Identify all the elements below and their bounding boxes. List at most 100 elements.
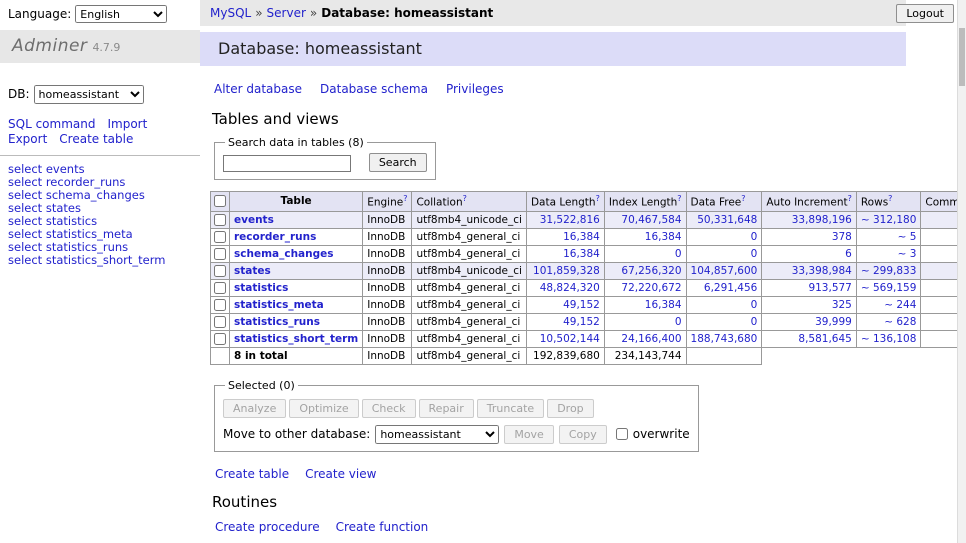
rows-link[interactable]: ~ 5 [898, 231, 917, 243]
select-all-checkbox[interactable] [214, 195, 226, 207]
auto-increment-link[interactable]: 325 [832, 299, 852, 311]
db-select[interactable]: homeassistant [34, 85, 144, 104]
help-link[interactable]: ? [677, 194, 681, 203]
sidebar-select-schema-changes[interactable]: select schema_changes [8, 188, 145, 202]
sidebar-select-events[interactable]: select events [8, 162, 85, 176]
data-free-link[interactable]: 188,743,680 [691, 333, 758, 345]
vertical-scrollbar[interactable] [957, 0, 966, 543]
rows-link[interactable]: ~ 3 [898, 248, 917, 260]
move-db-select[interactable]: homeassistant [375, 425, 499, 444]
create-procedure-link[interactable]: Create procedure [215, 520, 320, 534]
help-link[interactable]: ? [463, 194, 467, 203]
row-checkbox[interactable] [214, 231, 226, 243]
search-button[interactable]: Search [369, 153, 427, 172]
table-link-states[interactable]: states [234, 265, 271, 277]
data-length-link[interactable]: 16,384 [563, 231, 600, 243]
data-length-link[interactable]: 31,522,816 [540, 214, 600, 226]
row-checkbox[interactable] [214, 282, 226, 294]
rows-link[interactable]: ~ 628 [884, 316, 916, 328]
analyze-button[interactable]: Analyze [223, 399, 286, 418]
rows-link[interactable]: ~ 244 [884, 299, 916, 311]
data-free-link[interactable]: 6,291,456 [704, 282, 757, 294]
data-length-link[interactable]: 48,824,320 [540, 282, 600, 294]
index-length-link[interactable]: 0 [675, 316, 682, 328]
table-link-statistics-runs[interactable]: statistics_runs [234, 316, 320, 328]
auto-increment-link[interactable]: 39,999 [815, 316, 852, 328]
check-button[interactable]: Check [362, 399, 416, 418]
data-free-link[interactable]: 0 [751, 248, 758, 260]
table-link-recorder-runs[interactable]: recorder_runs [234, 231, 316, 243]
copy-button[interactable]: Copy [559, 425, 607, 444]
breadcrumb-link-server[interactable]: Server [267, 6, 306, 20]
index-length-link[interactable]: 67,256,320 [621, 265, 681, 277]
scrollbar-thumb[interactable] [959, 28, 965, 86]
repair-button[interactable]: Repair [419, 399, 474, 418]
app-name[interactable]: Adminer [12, 36, 87, 56]
help-link[interactable]: ? [888, 194, 892, 203]
data-length-link[interactable]: 10,502,144 [540, 333, 600, 345]
sidebar-select-statistics-runs[interactable]: select statistics_runs [8, 240, 128, 254]
rows-link[interactable]: ~ 569,159 [861, 282, 917, 294]
drop-button[interactable]: Drop [547, 399, 593, 418]
truncate-button[interactable]: Truncate [477, 399, 544, 418]
table-link-statistics-meta[interactable]: statistics_meta [234, 299, 324, 311]
sidebar-select-statistics[interactable]: select statistics [8, 214, 97, 228]
auto-increment-link[interactable]: 378 [832, 231, 852, 243]
row-checkbox[interactable] [214, 333, 226, 345]
index-length-link[interactable]: 0 [675, 248, 682, 260]
sidebar-link-import[interactable]: Import [107, 117, 147, 131]
data-length-link[interactable]: 101,859,328 [533, 265, 600, 277]
table-link-schema-changes[interactable]: schema_changes [234, 248, 334, 260]
language-select[interactable]: English [75, 5, 167, 23]
auto-increment-link[interactable]: 913,577 [808, 282, 851, 294]
help-link[interactable]: ? [848, 194, 852, 203]
data-free-link[interactable]: 104,857,600 [691, 265, 758, 277]
help-link[interactable]: ? [741, 194, 745, 203]
data-length-link[interactable]: 16,384 [563, 248, 600, 260]
index-length-link[interactable]: 72,220,672 [621, 282, 681, 294]
nav-link-alter-database[interactable]: Alter database [214, 82, 302, 96]
index-length-link[interactable]: 16,384 [645, 299, 682, 311]
optimize-button[interactable]: Optimize [289, 399, 358, 418]
table-link-events[interactable]: events [234, 214, 274, 226]
logout-button[interactable]: Logout [896, 4, 954, 23]
table-link-statistics[interactable]: statistics [234, 282, 288, 294]
index-length-link[interactable]: 70,467,584 [621, 214, 681, 226]
index-length-link[interactable]: 24,166,400 [621, 333, 681, 345]
data-length-link[interactable]: 49,152 [563, 299, 600, 311]
help-link[interactable]: ? [403, 194, 407, 203]
sidebar-link-export[interactable]: Export [8, 132, 47, 146]
sidebar-select-states[interactable]: select states [8, 201, 81, 215]
rows-link[interactable]: ~ 312,180 [861, 214, 917, 226]
row-checkbox[interactable] [214, 299, 226, 311]
create-view-link[interactable]: Create view [305, 467, 376, 481]
create-function-link[interactable]: Create function [336, 520, 429, 534]
auto-increment-link[interactable]: 33,398,984 [792, 265, 852, 277]
help-link[interactable]: ? [596, 194, 600, 203]
move-button[interactable]: Move [504, 425, 554, 444]
data-free-link[interactable]: 0 [751, 316, 758, 328]
breadcrumb-link-mysql[interactable]: MySQL [210, 6, 251, 20]
create-table-link[interactable]: Create table [215, 467, 289, 481]
data-free-link[interactable]: 50,331,648 [697, 214, 757, 226]
row-checkbox[interactable] [214, 316, 226, 328]
rows-link[interactable]: ~ 299,833 [861, 265, 917, 277]
auto-increment-link[interactable]: 8,581,645 [798, 333, 851, 345]
auto-increment-link[interactable]: 33,898,196 [792, 214, 852, 226]
row-checkbox[interactable] [214, 265, 226, 277]
sidebar-select-statistics-short-term[interactable]: select statistics_short_term [8, 253, 165, 267]
auto-increment-link[interactable]: 6 [845, 248, 852, 260]
row-checkbox[interactable] [214, 214, 226, 226]
data-free-link[interactable]: 0 [751, 299, 758, 311]
sidebar-link-create-table[interactable]: Create table [59, 132, 133, 146]
sidebar-select-recorder-runs[interactable]: select recorder_runs [8, 175, 125, 189]
index-length-link[interactable]: 16,384 [645, 231, 682, 243]
row-checkbox[interactable] [214, 248, 226, 260]
sidebar-link-sql-command[interactable]: SQL command [8, 117, 95, 131]
rows-link[interactable]: ~ 136,108 [861, 333, 917, 345]
data-free-link[interactable]: 0 [751, 231, 758, 243]
search-input[interactable] [223, 155, 351, 172]
sidebar-select-statistics-meta[interactable]: select statistics_meta [8, 227, 133, 241]
data-length-link[interactable]: 49,152 [563, 316, 600, 328]
overwrite-label[interactable]: overwrite [633, 427, 690, 441]
